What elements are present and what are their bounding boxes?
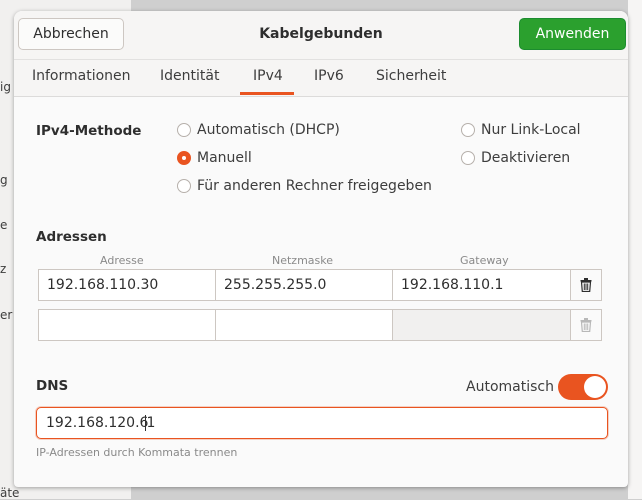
background-text: g bbox=[0, 173, 8, 187]
tab-ipv6[interactable]: IPv6 bbox=[314, 68, 344, 84]
dns-label: DNS bbox=[36, 378, 69, 394]
background-text: äte bbox=[0, 486, 20, 500]
tab-ipv4[interactable]: IPv4 bbox=[253, 68, 283, 84]
tab-identity[interactable]: Identität bbox=[160, 68, 219, 84]
netmask-field[interactable] bbox=[215, 309, 393, 341]
column-header-address: Adresse bbox=[100, 254, 144, 267]
address-field[interactable] bbox=[38, 309, 216, 341]
gateway-field[interactable] bbox=[392, 309, 571, 341]
delete-address-button[interactable] bbox=[570, 269, 602, 301]
radio-label: Deaktivieren bbox=[481, 150, 571, 166]
radio-link-local-only[interactable]: Nur Link-Local bbox=[461, 122, 581, 138]
column-header-gateway: Gateway bbox=[460, 254, 509, 267]
dns-automatic-toggle[interactable] bbox=[558, 374, 608, 400]
trash-icon bbox=[580, 278, 592, 292]
dns-hint: IP-Adressen durch Kommata trennen bbox=[36, 446, 238, 459]
wired-settings-dialog: Abbrechen Kabelgebunden Anwenden Informa… bbox=[14, 11, 628, 487]
netmask-field[interactable]: 255.255.255.0 bbox=[215, 269, 393, 301]
dns-automatic-label: Automatisch bbox=[466, 379, 554, 395]
radio-unselected-icon bbox=[177, 123, 191, 137]
dns-input[interactable]: 192.168.120.61 bbox=[36, 407, 608, 439]
tab-bar: Informationen Identität IPv4 IPv6 Sicher… bbox=[14, 60, 628, 97]
apply-button[interactable]: Anwenden bbox=[519, 18, 626, 50]
column-header-netmask: Netzmaske bbox=[272, 254, 334, 267]
radio-label: Nur Link-Local bbox=[481, 122, 581, 138]
radio-shared-to-other-computers[interactable]: Für anderen Rechner freigegeben bbox=[177, 178, 432, 194]
header-bar: Abbrechen Kabelgebunden Anwenden bbox=[14, 11, 628, 60]
radio-unselected-icon bbox=[177, 179, 191, 193]
background-text: ig bbox=[0, 80, 11, 94]
background-text: e bbox=[0, 218, 8, 232]
trash-icon bbox=[580, 318, 592, 332]
background-text: er bbox=[0, 308, 13, 322]
tab-security[interactable]: Sicherheit bbox=[376, 68, 446, 84]
radio-disable[interactable]: Deaktivieren bbox=[461, 150, 570, 166]
background-window-right bbox=[628, 0, 642, 499]
addresses-label: Adressen bbox=[36, 229, 107, 245]
active-tab-indicator bbox=[240, 92, 294, 95]
radio-manual[interactable]: Manuell bbox=[177, 150, 252, 166]
ipv4-method-label: IPv4-Methode bbox=[36, 123, 142, 139]
dns-value-before-caret: 192.168.120.6 bbox=[46, 415, 149, 431]
background-text: z bbox=[0, 262, 7, 276]
radio-label: Automatisch (DHCP) bbox=[197, 122, 340, 138]
gateway-field[interactable]: 192.168.110.1 bbox=[392, 269, 571, 301]
toggle-knob bbox=[584, 376, 606, 398]
radio-unselected-icon bbox=[461, 123, 475, 137]
radio-automatic-dhcp[interactable]: Automatisch (DHCP) bbox=[177, 122, 340, 138]
radio-label: Für anderen Rechner freigegeben bbox=[197, 178, 432, 194]
delete-address-button[interactable] bbox=[570, 309, 602, 341]
radio-unselected-icon bbox=[461, 151, 475, 165]
dns-value-after-caret: 1 bbox=[146, 415, 156, 431]
address-field[interactable]: 192.168.110.30 bbox=[38, 269, 216, 301]
tab-information[interactable]: Informationen bbox=[32, 68, 131, 84]
radio-label: Manuell bbox=[197, 150, 252, 166]
radio-selected-icon bbox=[177, 151, 191, 165]
addresses-table: 192.168.110.30 255.255.255.0 192.168.110… bbox=[37, 268, 607, 342]
